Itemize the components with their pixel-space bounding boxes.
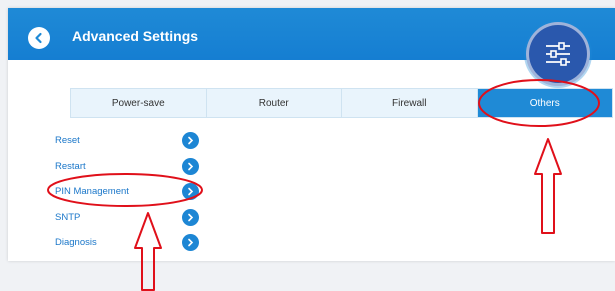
settings-card: Advanced Settings Power-save Router Fire… xyxy=(8,8,615,261)
menu-item-label: Diagnosis xyxy=(55,237,97,249)
chevron-right-icon[interactable] xyxy=(182,157,199,175)
menu-item-restart[interactable]: Restart xyxy=(55,154,205,180)
menu-item-label: Reset xyxy=(55,135,80,147)
menu-item-label: PIN Management xyxy=(55,186,129,198)
sliders-icon xyxy=(546,42,570,66)
menu-item-diagnosis[interactable]: Diagnosis xyxy=(55,230,205,256)
settings-tabs: Power-save Router Firewall Others xyxy=(70,88,613,118)
header-bar: Advanced Settings xyxy=(8,8,615,60)
menu-item-pin-management[interactable]: PIN Management xyxy=(55,179,205,205)
back-button[interactable] xyxy=(28,27,50,49)
chevron-right-icon[interactable] xyxy=(182,208,199,226)
tab-firewall[interactable]: Firewall xyxy=(342,89,478,117)
advanced-settings-badge xyxy=(526,22,590,86)
menu-item-sntp[interactable]: SNTP xyxy=(55,205,205,231)
tab-power-save[interactable]: Power-save xyxy=(71,89,207,117)
chevron-left-icon xyxy=(35,32,42,44)
tab-others[interactable]: Others xyxy=(477,89,612,117)
chevron-right-icon[interactable] xyxy=(182,234,199,251)
menu-item-reset[interactable]: Reset xyxy=(55,128,205,154)
others-menu: Reset Restart PIN Management SNTP Diagno… xyxy=(55,128,205,256)
tab-router[interactable]: Router xyxy=(207,89,342,117)
page-title: Advanced Settings xyxy=(72,28,199,44)
chevron-right-icon[interactable] xyxy=(182,132,199,149)
menu-item-label: SNTP xyxy=(55,211,81,223)
menu-item-label: Restart xyxy=(55,160,86,172)
chevron-right-icon[interactable] xyxy=(182,183,199,200)
